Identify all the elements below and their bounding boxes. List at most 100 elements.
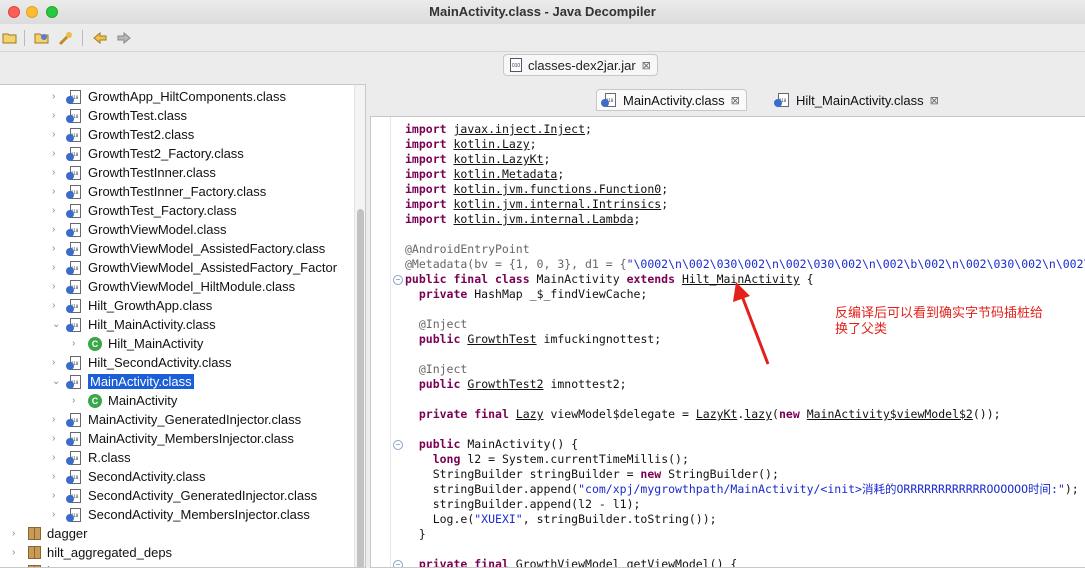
search-icon[interactable]: [56, 28, 76, 48]
fold-toggle-icon[interactable]: −: [393, 560, 403, 567]
import-package-link[interactable]: kotlin.jvm.functions.Function0: [453, 182, 661, 196]
tree-item[interactable]: › GrowthTestInner.class: [52, 163, 216, 182]
code-keyword: public final class: [405, 272, 530, 286]
import-package-link[interactable]: kotlin.LazyKt: [453, 152, 543, 166]
expanded-chevron-icon[interactable]: ⌄: [52, 319, 60, 330]
expanded-chevron-icon[interactable]: ⌄: [52, 376, 60, 387]
collapsed-chevron-icon[interactable]: ›: [52, 110, 55, 121]
tree-item[interactable]: › GrowthViewModel.class: [52, 220, 226, 239]
type-link[interactable]: Lazy: [516, 407, 544, 421]
tree-package-item[interactable]: › dagger: [12, 524, 87, 543]
tree-item-label: Hilt_MainActivity.class: [88, 317, 216, 332]
tree-item[interactable]: › SecondActivity.class: [52, 467, 206, 486]
close-tab-icon[interactable]: ⊠: [642, 59, 651, 72]
type-link[interactable]: GrowthTest2: [467, 377, 543, 391]
tree-item[interactable]: › MainActivity_MembersInjector.class: [52, 429, 294, 448]
collapsed-chevron-icon[interactable]: ›: [52, 91, 55, 102]
tree-item[interactable]: › Hilt_SecondActivity.class: [52, 353, 232, 372]
import-package-link[interactable]: kotlin.jvm.internal.Intrinsics: [453, 197, 661, 211]
code-token: ());: [972, 407, 1001, 421]
class-file-icon: [66, 317, 82, 332]
code-token: stringBuilder.append(: [432, 482, 579, 496]
tree-item[interactable]: › C MainActivity: [72, 391, 177, 410]
fold-toggle-icon[interactable]: −: [393, 440, 403, 450]
tree-item[interactable]: › GrowthApp_HiltComponents.class: [52, 87, 286, 106]
code-keyword: import: [405, 137, 447, 151]
tree-item[interactable]: ⌄ Hilt_MainActivity.class: [52, 315, 216, 334]
tree-item[interactable]: › GrowthTestInner_Factory.class: [52, 182, 266, 201]
tree-item[interactable]: › GrowthTest.class: [52, 106, 187, 125]
open-type-icon[interactable]: [32, 28, 52, 48]
collapsed-chevron-icon[interactable]: ›: [52, 262, 55, 273]
tab-mainactivity-class[interactable]: MainActivity.class ⊠: [596, 89, 747, 111]
method-link[interactable]: lazy: [744, 407, 772, 421]
code-keyword: new: [640, 467, 662, 481]
close-tab-icon[interactable]: ⊠: [930, 94, 939, 107]
collapsed-chevron-icon[interactable]: ›: [52, 167, 55, 178]
tree-item[interactable]: › GrowthTest2_Factory.class: [52, 144, 244, 163]
collapsed-chevron-icon[interactable]: ›: [52, 205, 55, 216]
import-package-link[interactable]: kotlin.Metadata: [453, 167, 557, 181]
collapsed-chevron-icon[interactable]: ›: [52, 452, 55, 463]
collapsed-chevron-icon[interactable]: ›: [52, 281, 55, 292]
type-link[interactable]: LazyKt: [696, 407, 738, 421]
import-package-link[interactable]: javax.inject.Inject: [453, 122, 585, 136]
tree-item[interactable]: › GrowthTest2.class: [52, 125, 194, 144]
tree-item[interactable]: › GrowthTest_Factory.class: [52, 201, 237, 220]
code-token: StringBuilder();: [661, 467, 779, 481]
collapsed-chevron-icon[interactable]: ›: [52, 414, 55, 425]
collapsed-chevron-icon[interactable]: ›: [52, 129, 55, 140]
class-file-icon: [66, 108, 82, 123]
collapsed-chevron-icon[interactable]: ›: [52, 224, 55, 235]
code-editor[interactable]: − − − import javax.inject.Inject; import …: [370, 116, 1085, 568]
tree-item-label: GrowthTest_Factory.class: [88, 203, 237, 218]
tree-item[interactable]: › SecondActivity_MembersInjector.class: [52, 505, 310, 524]
code-line: private final Lazy viewModel$delegate = …: [405, 407, 1001, 422]
tree-item[interactable]: › SecondActivity_GeneratedInjector.class: [52, 486, 317, 505]
type-link[interactable]: MainActivity$viewModel$2: [807, 407, 973, 421]
tree-item[interactable]: › Hilt_GrowthApp.class: [52, 296, 212, 315]
code-keyword: extends: [626, 272, 676, 286]
tree-item[interactable]: › C Hilt_MainActivity: [72, 334, 203, 353]
collapsed-chevron-icon[interactable]: ›: [52, 433, 55, 444]
app-window: MainActivity.class - Java Decompiler 010…: [0, 0, 1085, 568]
collapsed-chevron-icon[interactable]: ›: [52, 186, 55, 197]
collapsed-chevron-icon[interactable]: ›: [52, 490, 55, 501]
close-tab-icon[interactable]: ⊠: [731, 94, 740, 107]
tree-scrollbar-thumb[interactable]: [357, 209, 364, 567]
collapsed-chevron-icon[interactable]: ›: [12, 528, 15, 539]
tab-hilt-mainactivity-class[interactable]: Hilt_MainActivity.class ⊠: [770, 89, 945, 111]
collapsed-chevron-icon[interactable]: ›: [72, 395, 75, 406]
import-package-link[interactable]: kotlin.Lazy: [453, 137, 529, 151]
collapsed-chevron-icon[interactable]: ›: [52, 300, 55, 311]
collapsed-chevron-icon[interactable]: ›: [52, 357, 55, 368]
code-token: (: [772, 407, 779, 421]
back-icon[interactable]: [90, 28, 110, 48]
type-link[interactable]: GrowthTest: [467, 332, 536, 346]
code-token: , stringBuilder.toString());: [522, 512, 717, 526]
collapsed-chevron-icon[interactable]: ›: [72, 338, 75, 349]
tree-package-item[interactable]: ›j: [12, 562, 50, 567]
import-package-link[interactable]: kotlin.jvm.internal.Lambda: [453, 212, 633, 226]
tree-scrollbar[interactable]: [354, 85, 365, 567]
tree-item[interactable]: › GrowthViewModel_HiltModule.class: [52, 277, 295, 296]
collapsed-chevron-icon[interactable]: ›: [52, 243, 55, 254]
tree-item[interactable]: ⌄ MainActivity.class: [52, 372, 194, 391]
collapsed-chevron-icon[interactable]: ›: [52, 509, 55, 520]
jar-file-tab[interactable]: 010 classes-dex2jar.jar ⊠: [503, 54, 658, 76]
open-folder-icon[interactable]: [0, 28, 20, 48]
tree-package-item[interactable]: › hilt_aggregated_deps: [12, 543, 172, 562]
fold-toggle-icon[interactable]: −: [393, 275, 403, 285]
tree-item[interactable]: › MainActivity_GeneratedInjector.class: [52, 410, 301, 429]
tree-item[interactable]: › R.class: [52, 448, 131, 467]
tree-item[interactable]: › GrowthViewModel_AssistedFactory_Factor: [52, 258, 337, 277]
tree-item[interactable]: › GrowthViewModel_AssistedFactory.class: [52, 239, 325, 258]
collapsed-chevron-icon[interactable]: ›: [12, 547, 15, 558]
tree-item-label: R.class: [88, 450, 131, 465]
collapsed-chevron-icon[interactable]: ›: [52, 471, 55, 482]
collapsed-chevron-icon[interactable]: ›: [52, 148, 55, 159]
code-line-import: import javax.inject.Inject;: [405, 122, 592, 136]
class-file-icon: [66, 222, 82, 237]
class-file-icon: [66, 203, 82, 218]
forward-icon[interactable]: [114, 28, 134, 48]
